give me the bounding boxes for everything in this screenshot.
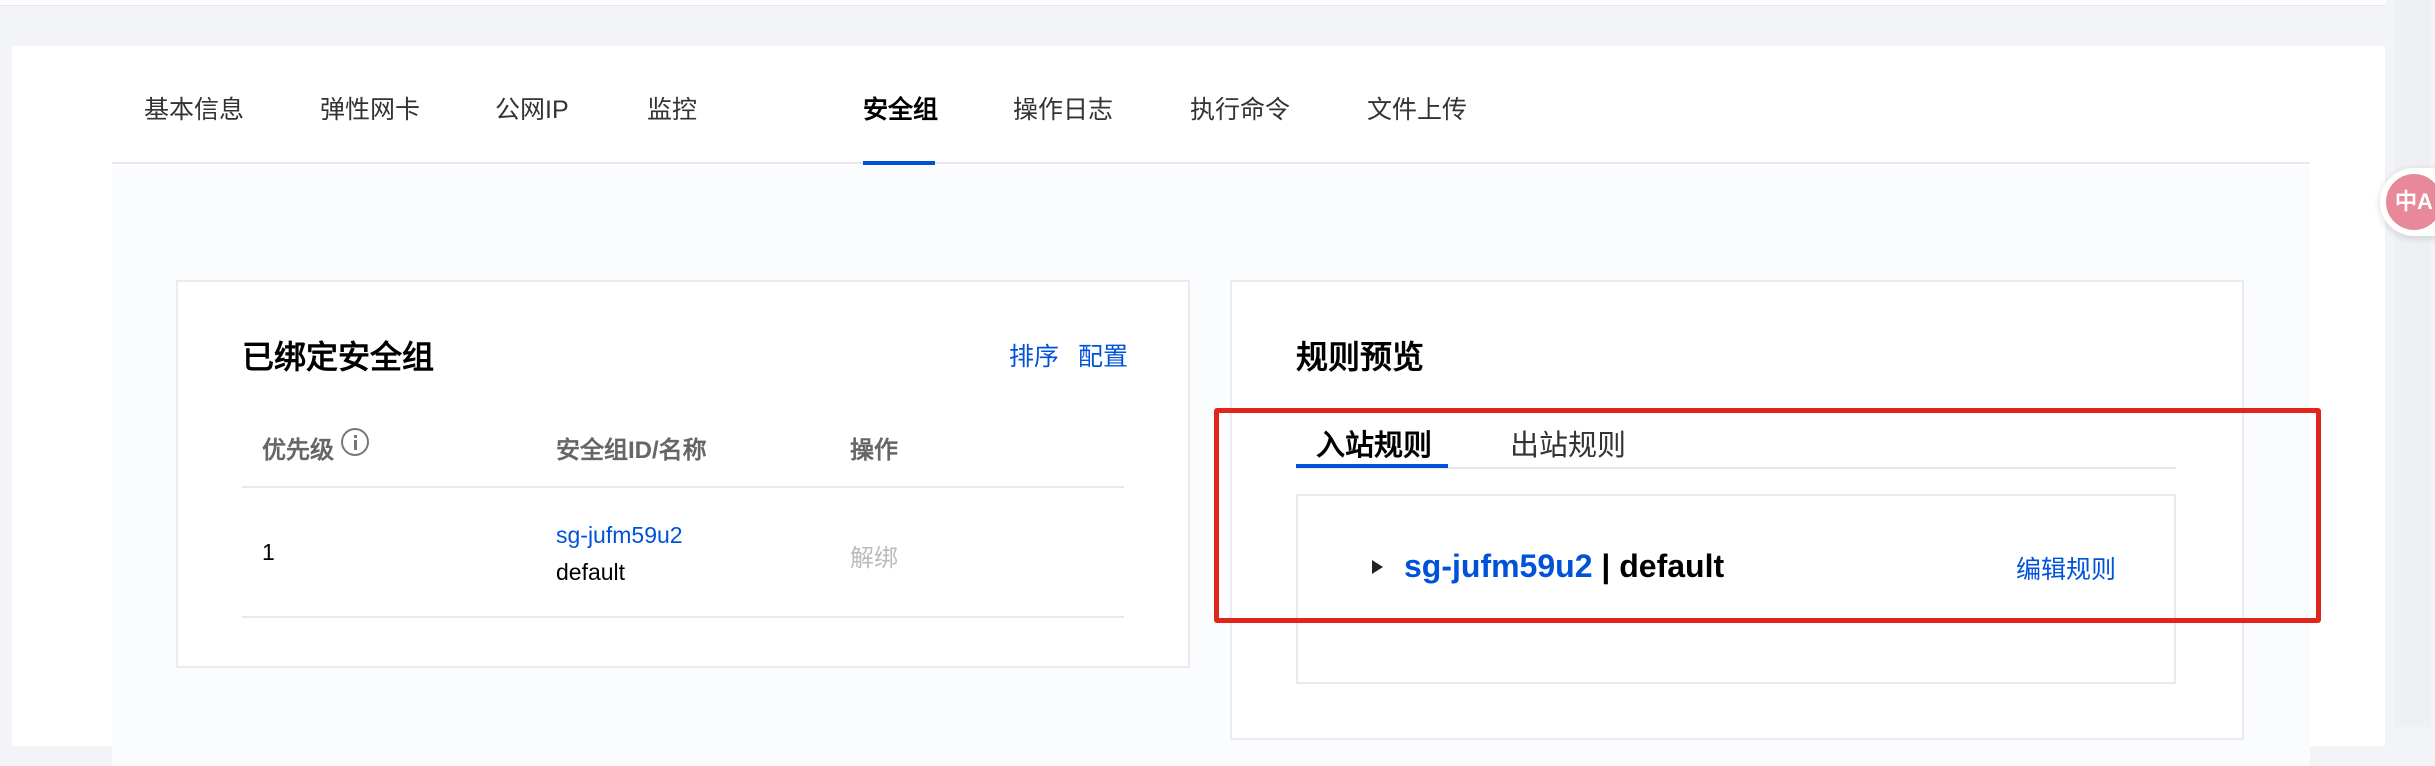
top-strip bbox=[0, 0, 2385, 6]
row-sg-name: default bbox=[556, 559, 626, 585]
column-priority: 优先级 bbox=[262, 437, 334, 464]
unbind-button: 解绑 bbox=[850, 545, 898, 572]
active-tab-indicator bbox=[863, 161, 935, 165]
red-highlight-annotation bbox=[1214, 408, 2321, 623]
translate-icon: 中A bbox=[2386, 174, 2435, 230]
bound-security-groups-panel: 已绑定安全组 排序 配置 优先级 安全组ID/名称 操作 1 sg-jufm59… bbox=[176, 280, 1190, 668]
table-row-divider bbox=[242, 616, 1124, 618]
tab-basic-info[interactable]: 基本信息 bbox=[144, 90, 244, 126]
column-sg-id-name: 安全组ID/名称 bbox=[556, 437, 707, 464]
row-sg-id-link[interactable]: sg-jufm59u2 bbox=[556, 522, 683, 549]
sort-link[interactable]: 排序 bbox=[1009, 337, 1059, 373]
scrollbar-thumb[interactable] bbox=[2395, 0, 2431, 727]
tab-file-upload[interactable]: 文件上传 bbox=[1367, 90, 1467, 126]
row-priority: 1 bbox=[262, 539, 275, 565]
tab-eni[interactable]: 弹性网卡 bbox=[320, 90, 420, 126]
tab-security-group[interactable]: 安全组 bbox=[863, 90, 938, 126]
column-operation: 操作 bbox=[850, 437, 898, 464]
bound-panel-title: 已绑定安全组 bbox=[242, 339, 435, 375]
rules-panel-title: 规则预览 bbox=[1296, 339, 1425, 375]
config-link[interactable]: 配置 bbox=[1078, 337, 1128, 373]
tab-public-ip[interactable]: 公网IP bbox=[495, 90, 569, 126]
tab-run-command[interactable]: 执行命令 bbox=[1190, 90, 1290, 126]
detail-tabs: 基本信息 弹性网卡 公网IP 监控 安全组 操作日志 执行命令 文件上传 bbox=[112, 46, 2310, 165]
table-header-divider bbox=[242, 486, 1124, 488]
info-icon[interactable] bbox=[341, 428, 369, 456]
main-card: 基本信息 弹性网卡 公网IP 监控 安全组 操作日志 执行命令 文件上传 已绑定… bbox=[12, 46, 2385, 766]
tab-operation-log[interactable]: 操作日志 bbox=[1013, 90, 1113, 126]
tab-monitoring[interactable]: 监控 bbox=[647, 90, 697, 126]
